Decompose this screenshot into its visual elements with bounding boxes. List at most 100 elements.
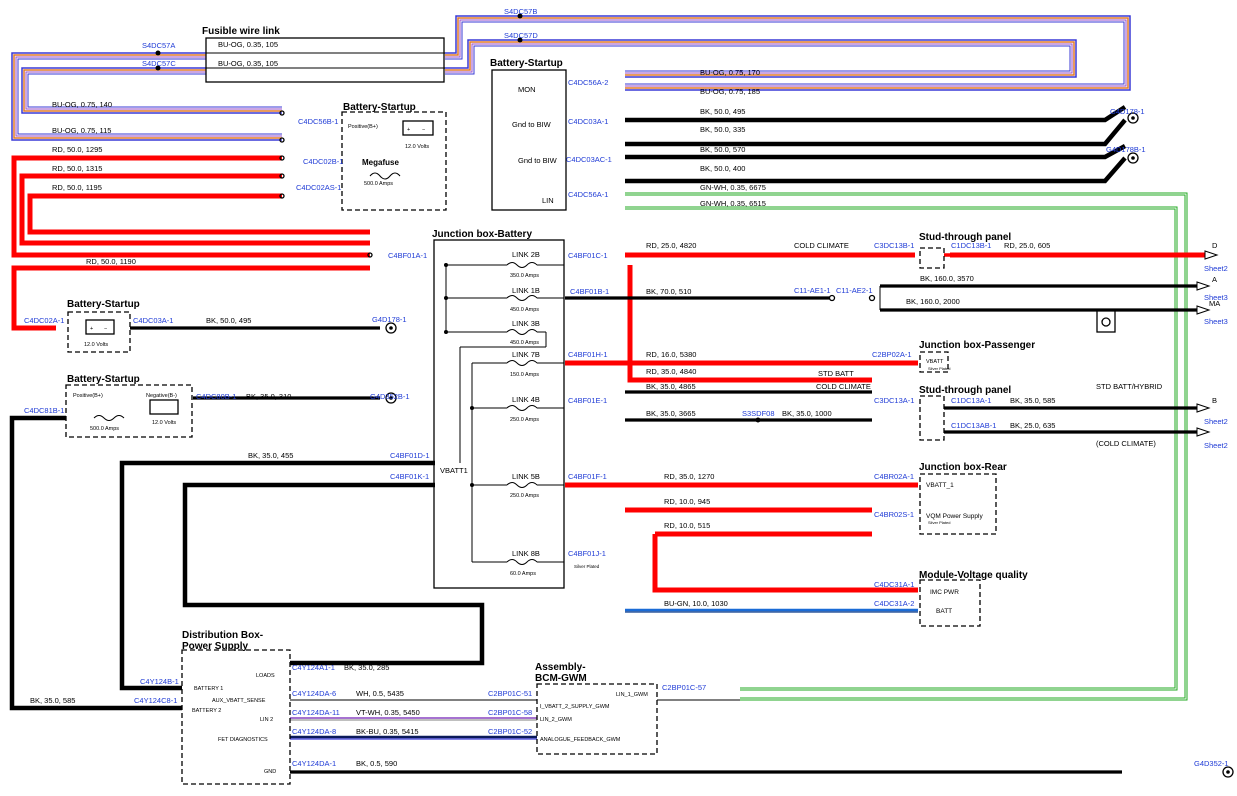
conn-c4br02s-1[interactable]: C4BR02S-1 <box>874 510 914 519</box>
conn-c2bp01c-51[interactable]: C2BP01C-51 <box>488 689 532 698</box>
fuse-link4b-amps: 250.0 Amps <box>510 417 539 423</box>
conn-c2bp01c-52[interactable]: C2BP01C-52 <box>488 727 532 736</box>
conn-c4dc56b-1[interactable]: C4DC56B-1 <box>298 117 338 126</box>
conn-s3sdf08[interactable]: S3SDF08 <box>742 409 775 418</box>
amps-500-label: 500.0 Amps <box>90 426 119 432</box>
positive-b2-label: Positive(B+) <box>73 393 103 399</box>
vbatt1-label: VBATT1 <box>440 466 468 475</box>
offpage-sheet2-c[interactable]: Sheet2 <box>1204 441 1228 450</box>
conn-c4y124c8-1[interactable]: C4Y124C8-1 <box>134 696 177 705</box>
conn-c4y124da-1[interactable]: C4Y124DA-1 <box>292 759 336 768</box>
conn-c11-ae2-1[interactable]: C11-AE2-1 <box>836 286 873 295</box>
gnd-biw-1: Gnd to BIW <box>512 120 552 129</box>
conn-c1dc13a-1[interactable]: C1DC13A-1 <box>951 396 991 405</box>
module-voltage-quality-box <box>919 579 981 627</box>
megafuse-icon <box>369 172 401 180</box>
lin-pin: LIN <box>542 196 554 205</box>
pin-battery2: BATTERY 2 <box>192 708 221 714</box>
battery-symbol-3 <box>149 399 179 415</box>
megafuse-label: Megafuse <box>362 158 399 167</box>
offpage-sheet3-ma[interactable]: Sheet3 <box>1204 317 1228 326</box>
vbatt-pin: VBATT <box>926 359 944 365</box>
conn-c4dc31a-1[interactable]: C4DC31A-1 <box>874 580 914 589</box>
cold-climate-paren: (COLD CLIMATE) <box>1096 439 1156 448</box>
conn-s4dc57c[interactable]: S4DC57C <box>142 59 176 68</box>
conn-g4d352b-1[interactable]: G4D352B-1 <box>370 392 410 401</box>
negative-b-label: Negative(B-) <box>146 393 177 399</box>
junction-fuses: LINK 2B 350.0 Amps LINK 1B 450.0 Amps LI… <box>445 250 564 577</box>
pin-gnd: GND <box>264 769 276 775</box>
fuse-link2b-amps: 350.0 Amps <box>510 273 539 279</box>
battery-startup-left1-title: Battery-Startup <box>67 299 140 310</box>
wire-400: BK, 50.0, 400 <box>700 164 745 173</box>
conn-c1dc13b-1[interactable]: C1DC13B-1 <box>951 241 991 250</box>
conn-c4dc80b-1[interactable]: C4DC80B-1 <box>196 392 236 401</box>
conn-c4bf01e-1[interactable]: C4BF01E-1 <box>568 396 607 405</box>
conn-c4dc03a-1-left[interactable]: C4DC03A-1 <box>133 316 173 325</box>
conn-c4bf01j-1[interactable]: C4BF01J-1 <box>568 549 606 558</box>
conn-c11-ae1-1[interactable]: C11-AE1-1 <box>794 286 831 295</box>
conn-s4dc57b[interactable]: S4DC57B <box>504 7 537 16</box>
conn-c3dc13a-1[interactable]: C3DC13A-1 <box>874 396 914 405</box>
conn-s4dc57a[interactable]: S4DC57A <box>142 41 175 50</box>
conn-c4dc31a-2[interactable]: C4DC31A-2 <box>874 599 914 608</box>
conn-c4br02a-1[interactable]: C4BR02A-1 <box>874 472 914 481</box>
conn-c4dc02b-1[interactable]: C4DC02B-1 <box>303 157 343 166</box>
conn-c4y124a1-1[interactable]: C4Y124A1-1 <box>292 663 335 672</box>
conn-c4dc03ac-1[interactable]: C4DC03AC-1 <box>566 155 612 164</box>
wire-585-left: BK, 35.0, 585 <box>30 696 75 705</box>
conn-c4bf01a-1[interactable]: C4BF01A-1 <box>388 251 427 260</box>
conn-c2bp02a-1[interactable]: C2BP02A-1 <box>872 350 912 359</box>
conn-c4bf01h-1[interactable]: C4BF01H-1 <box>568 350 608 359</box>
conn-c4dc03a-1[interactable]: C4DC03A-1 <box>568 117 608 126</box>
wire-3665: BK, 35.0, 3665 <box>646 409 696 418</box>
conn-c1dc13ab-1[interactable]: C1DC13AB-1 <box>951 421 996 430</box>
conn-g4d178b-1[interactable]: G4D178B-1 <box>1106 145 1146 154</box>
conn-c4dc02a-1[interactable]: C4DC02A-1 <box>24 316 64 325</box>
wire-495-left: BK, 50.0, 495 <box>206 316 251 325</box>
wire-185: BU-OG, 0.75, 185 <box>700 87 760 96</box>
offpage-sheet2-b[interactable]: Sheet2 <box>1204 417 1228 426</box>
fuse-link7b-amps: 150.0 Amps <box>510 372 539 378</box>
fuse-link4b: LINK 4B <box>512 395 540 404</box>
pin-lin1-gwm: LIN_1_GWM <box>616 692 648 698</box>
wire-515: RD, 10.0, 515 <box>664 521 710 530</box>
std-batt-label: STD BATT <box>818 369 854 378</box>
conn-c4bf01d-1[interactable]: C4BF01D-1 <box>390 451 430 460</box>
conn-c2bp01c-58[interactable]: C2BP01C-58 <box>488 708 532 717</box>
conn-c4bf01b-1[interactable]: C4BF01B-1 <box>570 287 609 296</box>
fusible-wire-link-title: Fusible wire link <box>202 26 280 37</box>
conn-c4y124da-11[interactable]: C4Y124DA-11 <box>292 708 340 717</box>
conn-g4d178-1-left[interactable]: G4D178-1 <box>372 315 407 324</box>
conn-c4dc56a-1[interactable]: C4DC56A-1 <box>568 190 608 199</box>
conn-c4dc56a-2[interactable]: C4DC56A-2 <box>568 78 608 87</box>
conn-g4d178-1[interactable]: G4D178-1 <box>1110 107 1145 116</box>
pin-lin2: LIN 2 <box>260 717 273 723</box>
conn-c4bf01c-1[interactable]: C4BF01C-1 <box>568 251 608 260</box>
pin-lin2-gwm: LIN_2_GWM <box>540 717 572 723</box>
conn-c4y124b-1[interactable]: C4Y124B-1 <box>140 677 179 686</box>
arrow-c-icon <box>1196 427 1211 437</box>
fuse-link8b-amps: 60.0 Amps <box>510 571 536 577</box>
wire-3570: BK, 160.0, 3570 <box>920 274 974 283</box>
wire-335: BK, 50.0, 335 <box>700 125 745 134</box>
conn-c3dc13b-1[interactable]: C3DC13B-1 <box>874 241 914 250</box>
conn-c4dc02as-1[interactable]: C4DC02AS-1 <box>296 183 341 192</box>
arrow-ma-icon <box>1196 305 1211 315</box>
conn-s4dc57d[interactable]: S4DC57D <box>504 31 538 40</box>
conn-c4bf01f-1[interactable]: C4BF01F-1 <box>568 472 607 481</box>
conn-c4y124da-6[interactable]: C4Y124DA-6 <box>292 689 336 698</box>
fuse-500a-icon <box>93 415 125 421</box>
fuse-link1b: LINK 1B <box>512 286 540 295</box>
conn-g4d352-1[interactable]: G4D352-1 <box>1194 759 1229 768</box>
wire-585: BK, 35.0, 585 <box>1010 396 1055 405</box>
conn-c4y124da-8[interactable]: C4Y124DA-8 <box>292 727 336 736</box>
wire-455: BK, 35.0, 455 <box>248 451 293 460</box>
wire-fwl-1: BU-OG, 0.35, 105 <box>218 40 278 49</box>
cold-climate-1: COLD CLIMATE <box>794 241 849 250</box>
conn-c4dc81b-1[interactable]: C4DC81B-1 <box>24 406 64 415</box>
offpage-sheet2-d[interactable]: Sheet2 <box>1204 264 1228 273</box>
wire-1000: BK, 35.0, 1000 <box>782 409 832 418</box>
conn-c2bp01c-57[interactable]: C2BP01C-57 <box>662 683 706 692</box>
conn-c4bf01k-1[interactable]: C4BF01K-1 <box>390 472 429 481</box>
